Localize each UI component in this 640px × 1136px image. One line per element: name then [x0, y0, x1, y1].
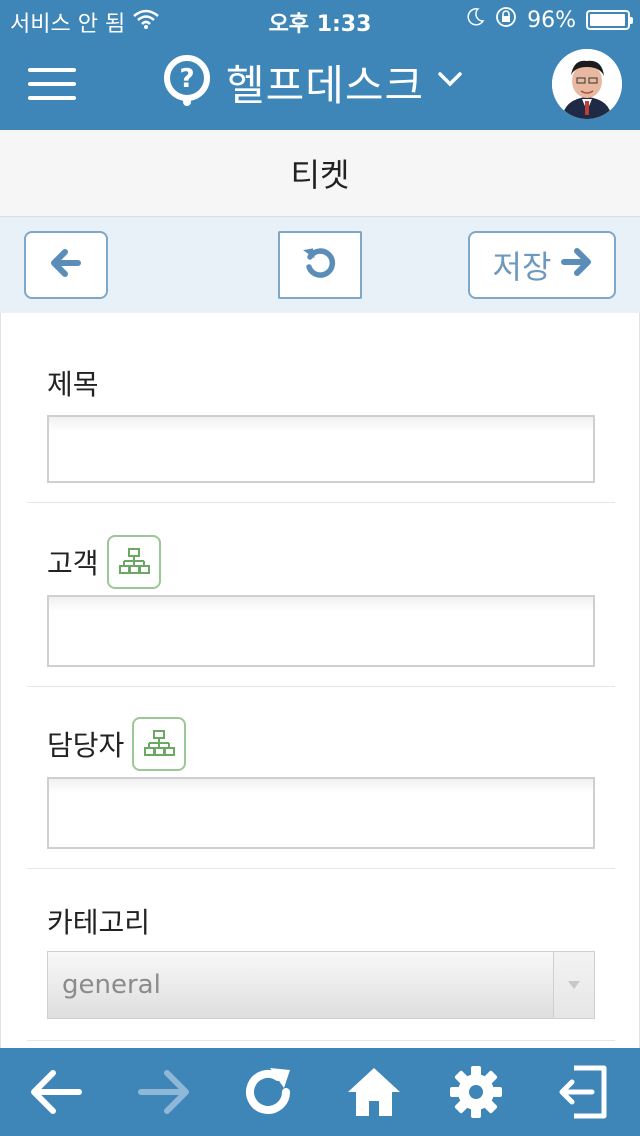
category-select[interactable]: general — [47, 951, 595, 1019]
org-chart-icon — [144, 730, 176, 756]
svg-text:?: ? — [179, 64, 194, 94]
save-button[interactable]: 저장 — [468, 231, 616, 299]
category-label: 카테고리 — [47, 906, 151, 939]
assignee-field: 담당자 — [27, 717, 615, 869]
menu-icon[interactable] — [28, 68, 76, 102]
customer-input[interactable] — [47, 595, 595, 667]
status-bar: 서비스 안 됨 오후 1:33 96% — [0, 0, 640, 40]
app-header: 서비스 안 됨 오후 1:33 96% ? 헬프데스크 — [0, 0, 640, 130]
forward-icon[interactable] — [134, 1064, 194, 1120]
ticket-form: 제목 고객 담당자 카테고리 general — [0, 313, 640, 1049]
back-button[interactable] — [24, 231, 108, 299]
battery-percent: 96% — [527, 7, 576, 33]
app-title-dropdown[interactable]: ? 헬프데스크 — [160, 52, 464, 112]
app-bar: ? 헬프데스크 — [0, 40, 640, 130]
settings-icon[interactable] — [446, 1064, 506, 1120]
action-toolbar: 저장 — [0, 217, 640, 314]
home-icon[interactable] — [344, 1064, 404, 1120]
arrow-right-icon — [561, 246, 592, 284]
app-title: 헬프데스크 — [226, 60, 425, 110]
chevron-down-icon — [436, 70, 464, 94]
assignee-org-chart-button[interactable] — [132, 717, 187, 771]
subject-input[interactable] — [47, 415, 595, 483]
logout-icon[interactable] — [552, 1064, 612, 1120]
back-icon[interactable] — [26, 1064, 86, 1120]
battery-icon — [586, 10, 633, 30]
customer-label: 고객 — [47, 547, 99, 580]
category-selected-value: general — [62, 970, 161, 1000]
org-chart-icon — [118, 548, 150, 574]
category-field: 카테고리 general — [27, 901, 615, 1041]
page-title: 티켓 — [290, 156, 350, 194]
rotation-lock-icon — [495, 6, 517, 34]
assignee-label: 담당자 — [47, 729, 125, 762]
help-icon: ? — [160, 53, 214, 111]
moon-icon — [465, 7, 485, 33]
subject-field: 제목 — [27, 363, 615, 503]
avatar[interactable] — [552, 49, 622, 119]
subject-label: 제목 — [47, 368, 99, 401]
dropdown-arrow-icon — [553, 952, 594, 1018]
save-label: 저장 — [492, 248, 552, 286]
refresh-icon — [302, 245, 338, 285]
page-title-bar: 티켓 — [0, 130, 640, 217]
customer-field: 고객 — [27, 535, 615, 687]
reset-button[interactable] — [278, 231, 362, 299]
reload-icon[interactable] — [238, 1064, 298, 1120]
customer-org-chart-button[interactable] — [106, 535, 161, 589]
arrow-left-icon — [51, 249, 81, 281]
bottom-nav-bar — [0, 1048, 640, 1136]
assignee-input[interactable] — [47, 777, 595, 849]
